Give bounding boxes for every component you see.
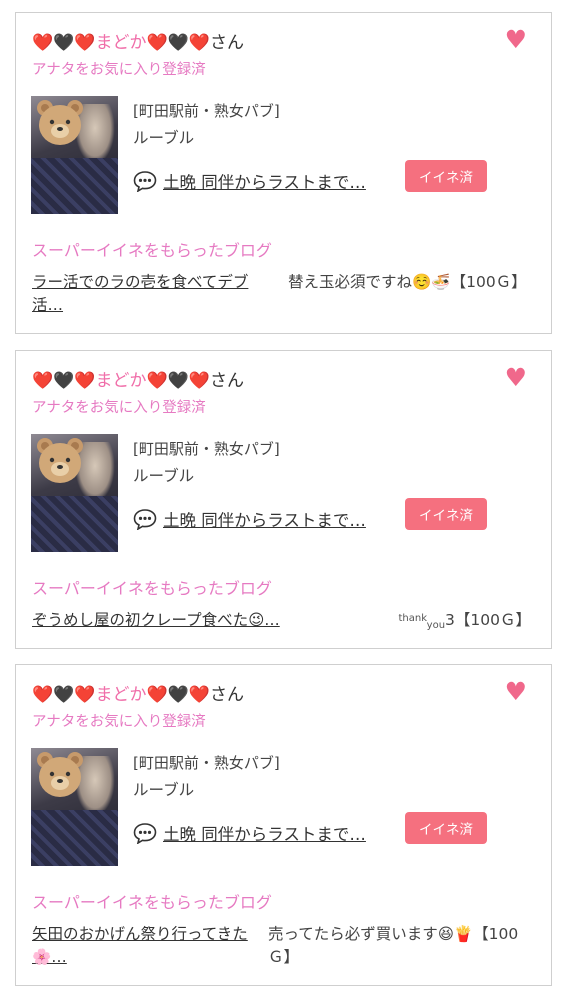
favorite-card: ❤️🖤❤️まどか❤️🖤❤️さん ♥ アナタをお気に入り登録済 [町田駅前・熟女パ…: [15, 12, 552, 334]
name-honorific: さん: [210, 685, 245, 705]
cast-photo[interactable]: [31, 434, 118, 552]
blog-heading: スーパーイイネをもらったブログ: [32, 893, 272, 912]
post-link[interactable]: 土晩 同伴からラストまで…: [163, 169, 366, 193]
blog-link[interactable]: ラー活でのラの壱を食べてデブ活…: [32, 271, 277, 317]
thank-text: thank: [398, 613, 427, 624]
favorite-heart-icon[interactable]: ♥: [505, 679, 527, 704]
favorite-heart-icon[interactable]: ♥: [505, 27, 527, 52]
favorite-status: アナタをお気に入り登録済: [32, 62, 206, 78]
bear-sticker-icon: [37, 752, 83, 797]
name-honorific: さん: [210, 33, 245, 53]
blog-comment: 売ってたら必ず買います😆🍟【100Ｇ】: [268, 925, 519, 966]
shop-name[interactable]: ルーブル: [133, 778, 194, 800]
bear-sticker-icon: [37, 100, 83, 145]
name-prefix: ❤️🖤❤️: [32, 33, 96, 53]
favorite-card: ❤️🖤❤️まどか❤️🖤❤️さん ♥ アナタをお気に入り登録済 [町田駅前・熟女パ…: [15, 350, 552, 649]
name-honorific: さん: [210, 371, 245, 391]
shop-name[interactable]: ルーブル: [133, 464, 194, 486]
photo-shirt: [31, 158, 118, 214]
you-text: you: [426, 620, 446, 631]
name-main: まどか: [95, 371, 147, 391]
name-suffix: ❤️🖤❤️: [146, 685, 211, 705]
shop-category: [町田駅前・熟女パブ]: [133, 754, 280, 772]
cast-photo[interactable]: [31, 96, 118, 214]
speech-bubble-icon: [133, 171, 157, 192]
photo-shirt: [31, 810, 118, 866]
shop-name[interactable]: ルーブル: [133, 126, 194, 148]
post-link[interactable]: 土晩 同伴からラストまで…: [163, 821, 366, 845]
shop-category: [町田駅前・熟女パブ]: [133, 102, 280, 120]
name-main: まどか: [95, 685, 147, 705]
blog-link[interactable]: ぞうめし屋の初クレープ食べた😉…: [32, 609, 332, 632]
shop-category: [町田駅前・熟女パブ]: [133, 440, 280, 458]
blog-comment: 替え玉必須ですね☺️🍜【100Ｇ】: [288, 273, 527, 291]
favorite-heart-icon[interactable]: ♥: [505, 365, 527, 390]
name-prefix: ❤️🖤❤️: [32, 685, 96, 705]
blog-heading: スーパーイイネをもらったブログ: [32, 579, 272, 598]
name-suffix: ❤️🖤❤️: [146, 33, 211, 53]
like-done-button[interactable]: イイネ済: [405, 498, 487, 530]
user-name: ❤️🖤❤️まどか❤️🖤❤️さん: [32, 680, 244, 705]
user-name: ❤️🖤❤️まどか❤️🖤❤️さん: [32, 28, 244, 53]
speech-bubble-icon: [133, 509, 157, 530]
blog-heading: スーパーイイネをもらったブログ: [32, 241, 272, 260]
favorite-status: アナタをお気に入り登録済: [32, 400, 206, 416]
post-link[interactable]: 土晩 同伴からラストまで…: [163, 507, 366, 531]
like-done-button[interactable]: イイネ済: [405, 812, 487, 844]
blog-comment: thankyou3【100Ｇ】: [336, 609, 532, 634]
cast-photo[interactable]: [31, 748, 118, 866]
favorite-card: ❤️🖤❤️まどか❤️🖤❤️さん ♥ アナタをお気に入り登録済 [町田駅前・熟女パ…: [15, 664, 552, 986]
blog-link[interactable]: 矢田のおかげん祭り行ってきた🌸…: [32, 923, 267, 969]
blog-comment-text: 3【100Ｇ】: [445, 611, 531, 629]
user-name: ❤️🖤❤️まどか❤️🖤❤️さん: [32, 366, 244, 391]
photo-shirt: [31, 496, 118, 552]
like-done-button[interactable]: イイネ済: [405, 160, 487, 192]
name-main: まどか: [95, 33, 147, 53]
favorite-status: アナタをお気に入り登録済: [32, 714, 206, 730]
speech-bubble-icon: [133, 823, 157, 844]
name-suffix: ❤️🖤❤️: [146, 371, 211, 391]
name-prefix: ❤️🖤❤️: [32, 371, 96, 391]
bear-sticker-icon: [37, 438, 83, 483]
